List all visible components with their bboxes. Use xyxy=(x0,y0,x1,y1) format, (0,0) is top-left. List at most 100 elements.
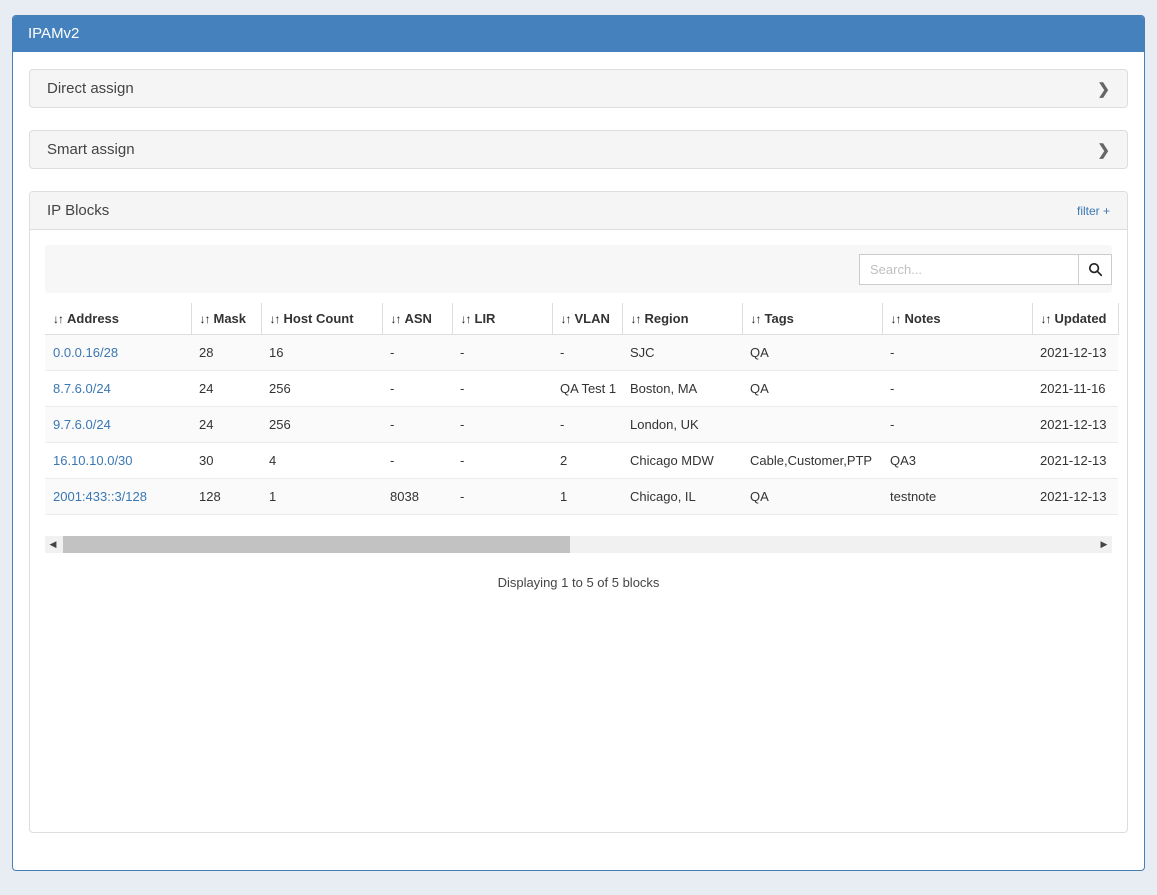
table-summary: Displaying 1 to 5 of 5 blocks xyxy=(45,575,1112,590)
table-row: 8.7.6.0/2424256--QA Test 1Boston, MAQA-2… xyxy=(45,371,1118,407)
scrollbar-thumb[interactable] xyxy=(63,536,570,553)
cell-tags: QA xyxy=(742,371,882,407)
column-header-host-count[interactable]: ↓↑ Host Count xyxy=(261,303,382,335)
main-content: Direct assign ❯ Smart assign ❯ IP Blocks… xyxy=(13,52,1144,850)
sort-icon: ↓↑ xyxy=(53,312,63,326)
table-row: 2001:433::3/12812818038-1Chicago, ILQAte… xyxy=(45,479,1118,515)
cell-host-count: 4 xyxy=(261,443,382,479)
sort-icon: ↓↑ xyxy=(200,312,210,326)
cell-region: Chicago MDW xyxy=(622,443,742,479)
chevron-right-icon: ❯ xyxy=(1097,80,1110,98)
cell-updated: 2021-12-13 xyxy=(1032,443,1118,479)
column-label: Host Count xyxy=(284,311,354,326)
direct-assign-label: Direct assign xyxy=(47,80,134,97)
cell-address: 9.7.6.0/24 xyxy=(45,407,191,443)
cell-mask: 24 xyxy=(191,371,261,407)
scroll-left-button[interactable]: ◀ xyxy=(45,536,61,553)
cell-asn: 8038 xyxy=(382,479,452,515)
cell-lir: - xyxy=(452,407,552,443)
cell-host-count: 256 xyxy=(261,371,382,407)
column-header-lir[interactable]: ↓↑LIR xyxy=(452,303,552,335)
filter-link[interactable]: filter + xyxy=(1077,204,1110,218)
app-title: IPAMv2 xyxy=(28,25,79,42)
ip-block-link[interactable]: 0.0.0.16/28 xyxy=(53,345,118,360)
cell-vlan: 2 xyxy=(552,443,622,479)
cell-notes: QA3 xyxy=(882,443,1032,479)
table-toolbar xyxy=(45,245,1112,293)
search-icon xyxy=(1088,262,1103,277)
cell-asn: - xyxy=(382,371,452,407)
column-header-region[interactable]: ↓↑ Region xyxy=(622,303,742,335)
column-header-notes[interactable]: ↓↑Notes xyxy=(882,303,1032,335)
cell-notes: - xyxy=(882,335,1032,371)
scroll-right-button[interactable]: ▶ xyxy=(1096,536,1112,553)
column-label: Updated xyxy=(1055,311,1107,326)
column-header-mask[interactable]: ↓↑ Mask xyxy=(191,303,261,335)
column-label: ASN xyxy=(405,311,432,326)
chevron-right-icon: ❯ xyxy=(1097,141,1110,159)
column-label: VLAN xyxy=(575,311,610,326)
table-row: 9.7.6.0/2424256---London, UK-2021-12-13 xyxy=(45,407,1118,443)
cell-updated: 2021-11-16 xyxy=(1032,371,1118,407)
ip-block-link[interactable]: 8.7.6.0/24 xyxy=(53,381,111,396)
cell-tags xyxy=(742,407,882,443)
sort-icon: ↓↑ xyxy=(751,312,761,326)
cell-lir: - xyxy=(452,443,552,479)
sort-icon: ↓↑ xyxy=(561,312,571,326)
search-button[interactable] xyxy=(1078,254,1112,285)
cell-mask: 24 xyxy=(191,407,261,443)
panel-ip-blocks: IP Blocks filter + xyxy=(29,191,1128,833)
column-header-tags[interactable]: ↓↑Tags xyxy=(742,303,882,335)
sort-icon: ↓↑ xyxy=(631,312,641,326)
cell-mask: 30 xyxy=(191,443,261,479)
column-header-updated[interactable]: ↓↑Updated xyxy=(1032,303,1118,335)
cell-region: Chicago, IL xyxy=(622,479,742,515)
cell-mask: 28 xyxy=(191,335,261,371)
cell-host-count: 256 xyxy=(261,407,382,443)
cell-asn: - xyxy=(382,407,452,443)
sort-icon: ↓↑ xyxy=(270,312,280,326)
cell-updated: 2021-12-13 xyxy=(1032,335,1118,371)
table-row: 0.0.0.16/282816---SJCQA-2021-12-13 xyxy=(45,335,1118,371)
panel-direct-assign[interactable]: Direct assign ❯ xyxy=(29,69,1128,108)
ip-block-link[interactable]: 2001:433::3/128 xyxy=(53,489,147,504)
cell-asn: - xyxy=(382,335,452,371)
cell-address: 16.10.10.0/30 xyxy=(45,443,191,479)
smart-assign-label: Smart assign xyxy=(47,141,135,158)
cell-region: London, UK xyxy=(622,407,742,443)
cell-tags: QA xyxy=(742,479,882,515)
column-label: Mask xyxy=(214,311,247,326)
table-body: 0.0.0.16/282816---SJCQA-2021-12-138.7.6.… xyxy=(45,335,1118,515)
cell-lir: - xyxy=(452,371,552,407)
cell-notes: testnote xyxy=(882,479,1032,515)
cell-region: Boston, MA xyxy=(622,371,742,407)
ip-block-link[interactable]: 9.7.6.0/24 xyxy=(53,417,111,432)
search-input[interactable] xyxy=(859,254,1079,285)
cell-updated: 2021-12-13 xyxy=(1032,479,1118,515)
cell-mask: 128 xyxy=(191,479,261,515)
column-label: Notes xyxy=(905,311,941,326)
search-group xyxy=(859,254,1112,285)
cell-notes: - xyxy=(882,407,1032,443)
panel-smart-assign[interactable]: Smart assign ❯ xyxy=(29,130,1128,169)
horizontal-scrollbar[interactable]: ◀ ▶ xyxy=(45,536,1112,553)
table-header-row: ↓↑Address↓↑Mask↓↑Host Count↓↑ASN↓↑LIR↓↑V… xyxy=(45,303,1118,335)
ip-blocks-heading: IP Blocks filter + xyxy=(30,192,1127,230)
cell-vlan: 1 xyxy=(552,479,622,515)
cell-region: SJC xyxy=(622,335,742,371)
column-label: Region xyxy=(645,311,689,326)
column-header-address[interactable]: ↓↑Address xyxy=(45,303,191,335)
ip-block-link[interactable]: 16.10.10.0/30 xyxy=(53,453,133,468)
cell-vlan: - xyxy=(552,407,622,443)
cell-tags: Cable,Customer,PTP xyxy=(742,443,882,479)
app-container: IPAMv2 Direct assign ❯ Smart assign ❯ IP… xyxy=(12,15,1145,871)
ip-blocks-body: ↓↑Address↓↑Mask↓↑Host Count↓↑ASN↓↑LIR↓↑V… xyxy=(30,230,1127,832)
scrollbar-track[interactable] xyxy=(61,536,1096,553)
ip-blocks-table: ↓↑Address↓↑Mask↓↑Host Count↓↑ASN↓↑LIR↓↑V… xyxy=(45,303,1119,515)
column-header-vlan[interactable]: ↓↑ VLAN xyxy=(552,303,622,335)
cell-lir: - xyxy=(452,479,552,515)
cell-address: 0.0.0.16/28 xyxy=(45,335,191,371)
column-header-asn[interactable]: ↓↑ASN xyxy=(382,303,452,335)
app-header: IPAMv2 xyxy=(13,16,1144,52)
cell-host-count: 1 xyxy=(261,479,382,515)
